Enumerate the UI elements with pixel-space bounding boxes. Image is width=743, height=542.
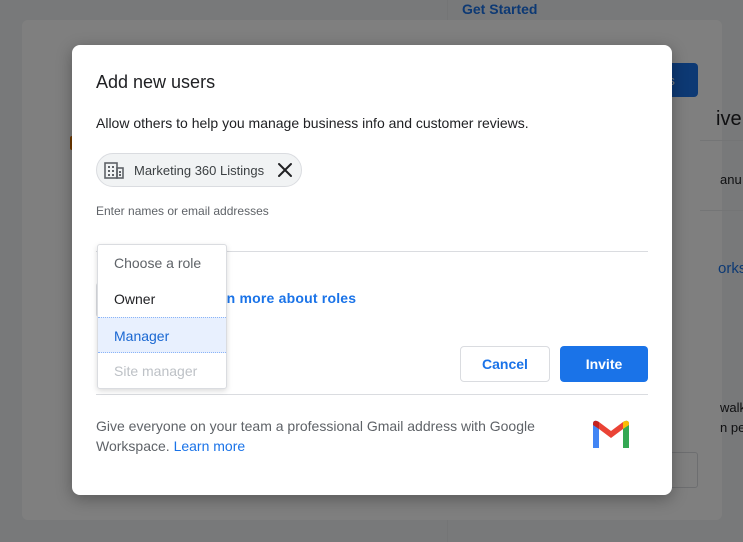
chip-label: Marketing 360 Listings (134, 163, 265, 178)
menu-item-manager[interactable]: Manager (98, 317, 226, 353)
promo-text: Give everyone on your team a professiona… (96, 418, 535, 454)
menu-item-owner[interactable]: Owner (98, 281, 226, 317)
workspace-promo: Give everyone on your team a professiona… (96, 416, 556, 456)
menu-item-choose-role: Choose a role (114, 255, 202, 271)
dialog-description: Allow others to help you manage business… (96, 115, 529, 131)
menu-item-site-manager: Site manager (114, 363, 198, 379)
dialog-divider (96, 394, 648, 395)
business-chip: Marketing 360 Listings (96, 153, 302, 187)
invite-button[interactable]: Invite (560, 346, 648, 382)
gmail-icon (590, 418, 632, 450)
promo-learn-more-link[interactable]: Learn more (174, 438, 246, 454)
role-dropdown-menu: Choose a role Owner Manager Site manager (97, 244, 227, 389)
learn-more-roles-link[interactable]: arn more about roles (213, 290, 356, 306)
dialog-title: Add new users (96, 72, 216, 92)
close-icon[interactable] (275, 160, 295, 180)
building-icon (104, 161, 124, 179)
recipients-input[interactable]: Enter names or email addresses (96, 204, 269, 218)
cancel-button[interactable]: Cancel (460, 346, 550, 382)
